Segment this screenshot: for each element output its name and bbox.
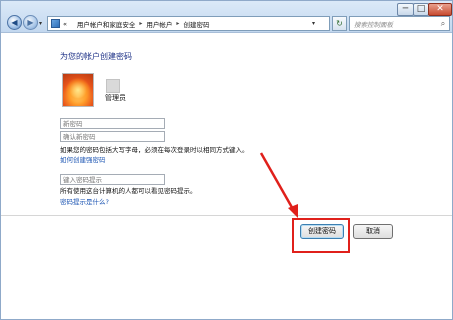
annotation-arrow-shaft bbox=[259, 152, 296, 212]
control-panel-window: ─ □ ✕ ◀ ▶ ▾ « 用户帐户和家庭安全 ▸ 用户帐户 ▸ 创建密码 ▾ … bbox=[0, 0, 453, 320]
annotation-arrow-head bbox=[288, 204, 298, 218]
annotation-arrow-icon bbox=[259, 152, 298, 218]
